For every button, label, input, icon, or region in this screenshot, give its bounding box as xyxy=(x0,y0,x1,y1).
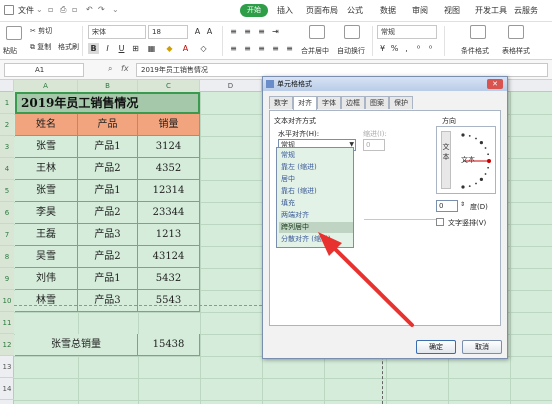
annotation-arrow xyxy=(318,232,414,327)
